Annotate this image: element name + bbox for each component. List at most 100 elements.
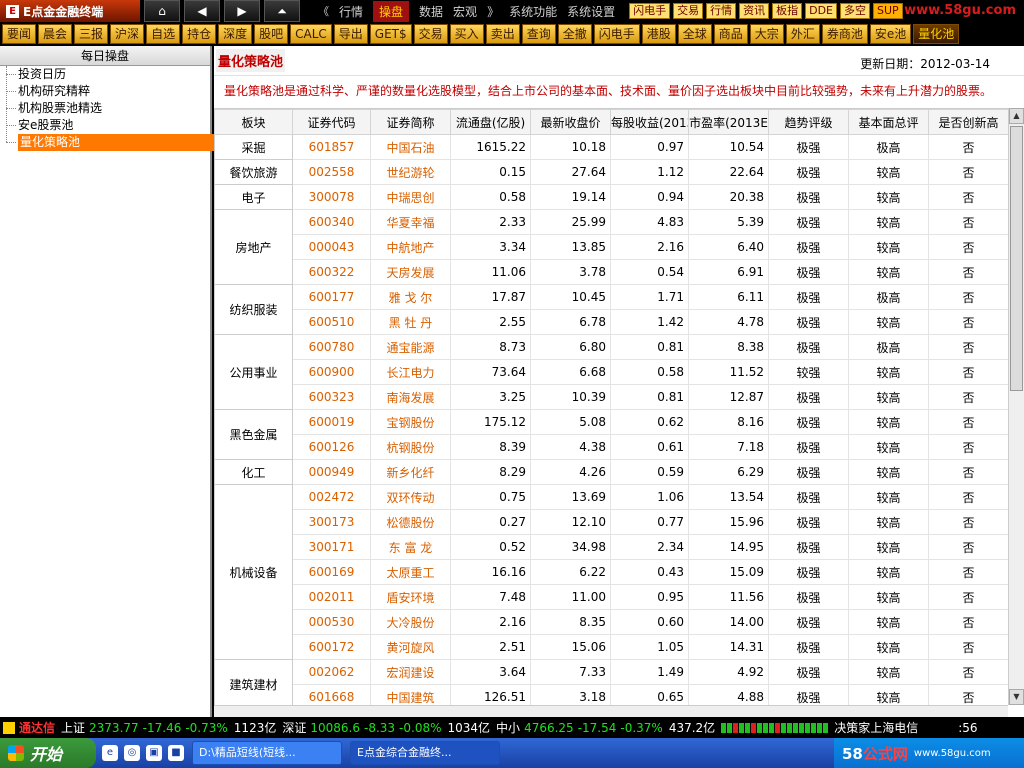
toolbar-button[interactable]: 沪深: [110, 24, 145, 44]
back-button[interactable]: ◀: [184, 0, 220, 22]
quick-button-news[interactable]: 资讯: [739, 3, 770, 19]
quick-button-sup[interactable]: SUP: [873, 3, 903, 19]
chevron-left-icon[interactable]: 《: [318, 3, 329, 19]
quick-button-dde[interactable]: DDE: [805, 3, 837, 19]
vertical-scrollbar[interactable]: ▲ ▼: [1008, 108, 1024, 705]
stock-name-cell[interactable]: 杭钢股份: [370, 434, 451, 460]
stock-code-cell[interactable]: 601857: [292, 134, 371, 160]
column-header[interactable]: 证券简称: [370, 109, 451, 135]
toolbar-button[interactable]: 晨会: [38, 24, 73, 44]
stock-code-cell[interactable]: 600172: [292, 634, 371, 660]
toolbar-button[interactable]: 大宗: [749, 24, 784, 44]
stock-name-cell[interactable]: 中瑞思创: [370, 184, 451, 210]
stock-code-cell[interactable]: 601668: [292, 684, 371, 705]
sidebar-item[interactable]: 安e股票池: [6, 117, 210, 134]
stock-name-cell[interactable]: 中航地产: [370, 234, 451, 260]
toolbar-button[interactable]: 深度: [218, 24, 253, 44]
stock-code-cell[interactable]: 002062: [292, 659, 371, 685]
sidebar-item[interactable]: 量化策略池: [6, 134, 214, 151]
scroll-down-icon[interactable]: ▼: [1009, 689, 1024, 705]
stock-code-cell[interactable]: 300171: [292, 534, 371, 560]
stock-code-cell[interactable]: 002011: [292, 584, 371, 610]
quick-button-quote[interactable]: 行情: [706, 3, 737, 19]
stock-code-cell[interactable]: 600177: [292, 284, 371, 310]
app-shortcut-icon[interactable]: ■: [168, 745, 184, 761]
table-row[interactable]: 化工 000949 新乡化纤 8.29 4.26 0.59 6.29 极强 较高否: [214, 459, 1008, 485]
stock-code-cell[interactable]: 002558: [292, 159, 371, 185]
stock-code-cell[interactable]: 000043: [292, 234, 371, 260]
table-row[interactable]: 601668 中国建筑 126.51 3.18 0.65 4.88 极强 较高否: [215, 684, 1008, 705]
stock-code-cell[interactable]: 600322: [292, 259, 371, 285]
table-row[interactable]: 餐饮旅游 002558 世纪游轮 0.15 27.64 1.12 22.64 极强 较高否: [214, 159, 1008, 185]
stock-code-cell[interactable]: 300173: [292, 509, 371, 535]
horizontal-scrollbar[interactable]: [214, 705, 1008, 717]
stock-name-cell[interactable]: 新乡化纤: [370, 459, 451, 485]
stock-code-cell[interactable]: 000530: [292, 609, 371, 635]
stock-name-cell[interactable]: 宏润建设: [370, 659, 451, 685]
toolbar-button[interactable]: 要闻: [2, 24, 37, 44]
table-row[interactable]: 黑色金属 600019 宝钢股份 175.12 5.08 0.62 8.16 极强 较高否: [214, 409, 1008, 460]
task-terminal[interactable]: E点金综合金融终...: [350, 741, 500, 765]
chevron-right-icon[interactable]: 》: [487, 3, 499, 20]
table-row[interactable]: 000530 大冷股份 2.16 8.35 0.60 14.00 极强 较高否: [215, 609, 1008, 635]
collapse-button[interactable]: ⏶: [264, 0, 300, 22]
column-header[interactable]: 流通盘(亿股): [450, 109, 531, 135]
stock-name-cell[interactable]: 太原重工: [370, 559, 451, 585]
column-header[interactable]: 基本面总评: [848, 109, 929, 135]
sidebar-item[interactable]: 投资日历: [6, 66, 210, 83]
stock-code-cell[interactable]: 600900: [292, 359, 371, 385]
stock-code-cell[interactable]: 600340: [292, 209, 371, 235]
toolbar-button[interactable]: 港股: [641, 24, 676, 44]
stock-name-cell[interactable]: 大冷股份: [370, 609, 451, 635]
scroll-thumb[interactable]: [1010, 126, 1023, 391]
menu-hongguan[interactable]: 宏观: [453, 3, 477, 20]
stock-code-cell[interactable]: 600169: [292, 559, 371, 585]
stock-name-cell[interactable]: 世纪游轮: [370, 159, 451, 185]
stock-name-cell[interactable]: 松德股份: [370, 509, 451, 535]
toolbar-button[interactable]: 全撤: [557, 24, 592, 44]
table-row[interactable]: 600900 长江电力 73.64 6.68 0.58 11.52 较强 较高否: [215, 359, 1008, 385]
table-row[interactable]: 600322 天房发展 11.06 3.78 0.54 6.91 极强 较高否: [215, 259, 1008, 285]
stock-name-cell[interactable]: 宝钢股份: [370, 409, 451, 435]
table-row[interactable]: 电子 300078 中瑞思创 0.58 19.14 0.94 20.38 极强 较高否: [214, 184, 1008, 210]
stock-code-cell[interactable]: 600510: [292, 309, 371, 335]
stock-name-cell[interactable]: 中国建筑: [370, 684, 451, 705]
menu-caopan[interactable]: 操盘: [373, 0, 410, 22]
stock-code-cell[interactable]: 600019: [292, 409, 371, 435]
toolbar-button[interactable]: 量化池: [913, 24, 960, 44]
toolbar-button[interactable]: 外汇: [785, 24, 820, 44]
stock-name-cell[interactable]: 长江电力: [370, 359, 451, 385]
stock-name-cell[interactable]: 天房发展: [370, 259, 451, 285]
quick-button-longshort[interactable]: 多空: [840, 3, 870, 19]
menu-hangqing[interactable]: 行情: [339, 3, 363, 20]
stock-code-cell[interactable]: 000949: [292, 459, 371, 485]
toolbar-button[interactable]: 安e池: [869, 24, 912, 44]
explorer-icon[interactable]: ◎: [124, 745, 140, 761]
table-row[interactable]: 000043 中航地产 3.34 13.85 2.16 6.40 极强 较高否: [215, 234, 1008, 260]
table-row[interactable]: 300173 松德股份 0.27 12.10 0.77 15.96 极强 较高否: [215, 509, 1008, 535]
column-header[interactable]: 是否创新高: [928, 109, 1008, 135]
toolbar-button[interactable]: 买入: [449, 24, 484, 44]
stock-name-cell[interactable]: 黄河旋风: [370, 634, 451, 660]
stock-name-cell[interactable]: 中国石油: [370, 134, 451, 160]
forward-button[interactable]: ▶: [224, 0, 260, 22]
menu-system-function[interactable]: 系统功能: [509, 3, 557, 20]
toolbar-button[interactable]: 持仓: [182, 24, 217, 44]
quick-button-flash[interactable]: 闪电手: [629, 3, 671, 19]
table-row[interactable]: 采掘 601857 中国石油 1615.22 10.18 0.97 10.54 极强 极高否: [214, 134, 1008, 160]
column-header[interactable]: 最新收盘价: [530, 109, 611, 135]
table-row[interactable]: 600126 杭钢股份 8.39 4.38 0.61 7.18 极强 较高否: [215, 434, 1008, 460]
column-header[interactable]: 每股收益(2013: [610, 109, 689, 135]
stock-code-cell[interactable]: 600126: [292, 434, 371, 460]
toolbar-button[interactable]: 三报: [74, 24, 109, 44]
home-button[interactable]: ⌂: [144, 0, 180, 22]
stock-code-cell[interactable]: 300078: [292, 184, 371, 210]
table-row[interactable]: 600172 黄河旋风 2.51 15.06 1.05 14.31 极强 较高否: [215, 634, 1008, 660]
sidebar-item[interactable]: 机构股票池精选: [6, 100, 210, 117]
toolbar-button[interactable]: 商品: [713, 24, 748, 44]
table-row[interactable]: 建筑建材 002062 宏润建设 3.64 7.33 1.49 4.92 极强 较高否: [214, 659, 1008, 705]
menu-shuju[interactable]: 数据: [419, 3, 443, 20]
stock-code-cell[interactable]: 600323: [292, 384, 371, 410]
toolbar-button[interactable]: 查询: [521, 24, 556, 44]
stock-name-cell[interactable]: 黑 牡 丹: [370, 309, 451, 335]
